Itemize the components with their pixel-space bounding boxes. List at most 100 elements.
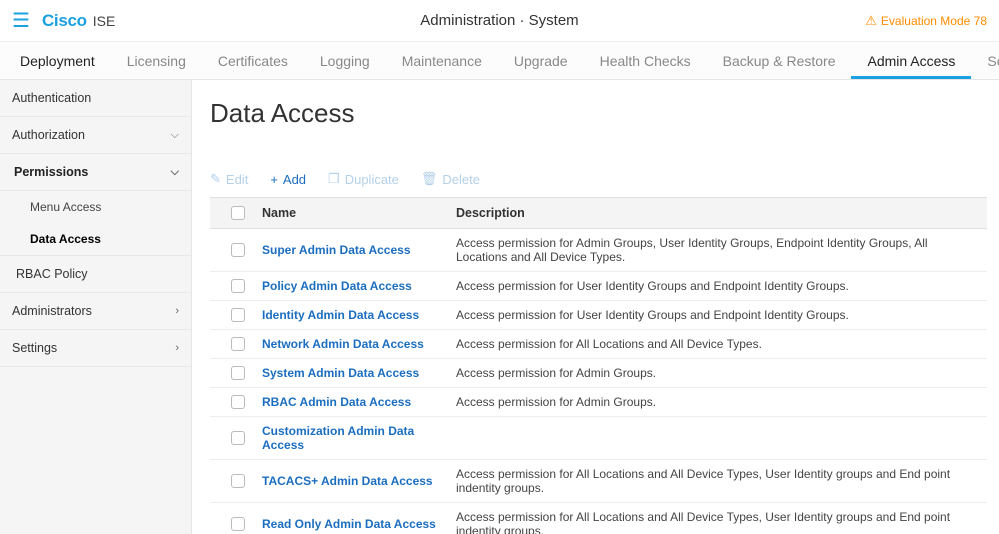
- sidebar-label: Permissions: [14, 165, 88, 179]
- row-checkbox-cell: [220, 431, 256, 445]
- tab-maintenance[interactable]: Maintenance: [386, 42, 498, 79]
- row-name-cell: System Admin Data Access: [256, 366, 456, 380]
- row-checkbox-cell: [220, 395, 256, 409]
- row-name-link[interactable]: RBAC Admin Data Access: [262, 395, 411, 409]
- tab-settings[interactable]: Settings: [971, 42, 999, 79]
- row-name-link[interactable]: System Admin Data Access: [262, 366, 419, 380]
- sidebar-item-menu-access[interactable]: Menu Access: [0, 191, 191, 223]
- row-description: Access permission for All Locations and …: [456, 467, 977, 495]
- column-header-description[interactable]: Description: [456, 206, 977, 220]
- sidebar-item-authorization[interactable]: Authorization ⌵: [0, 117, 191, 154]
- row-checkbox[interactable]: [231, 279, 245, 293]
- row-name-link[interactable]: Super Admin Data Access: [262, 243, 411, 257]
- row-name-link[interactable]: TACACS+ Admin Data Access: [262, 474, 433, 488]
- row-description: Access permission for Admin Groups.: [456, 366, 977, 380]
- table-row: TACACS+ Admin Data Access Access permissi…: [210, 460, 987, 503]
- row-checkbox-cell: [220, 474, 256, 488]
- tab-backup-restore[interactable]: Backup & Restore: [707, 42, 852, 79]
- delete-button[interactable]: 🗑 Delete: [421, 171, 480, 187]
- table-row: Policy Admin Data Access Access permissio…: [210, 272, 987, 301]
- row-checkbox[interactable]: [231, 337, 245, 351]
- tab-logging[interactable]: Logging: [304, 42, 386, 79]
- evaluation-banner[interactable]: ⚠ Evaluation Mode 78: [865, 13, 987, 29]
- row-checkbox[interactable]: [231, 474, 245, 488]
- tab-licensing[interactable]: Licensing: [111, 42, 202, 79]
- row-checkbox-cell: [220, 243, 256, 257]
- table-row: Customization Admin Data Access: [210, 417, 987, 460]
- tab-deployment[interactable]: Deployment: [4, 42, 111, 79]
- row-checkbox[interactable]: [231, 243, 245, 257]
- sidebar-label: Authorization: [12, 128, 85, 142]
- row-name-cell: Customization Admin Data Access: [256, 424, 456, 452]
- page-title: Data Access: [210, 98, 987, 129]
- row-description: Access permission for Admin Groups, User…: [456, 236, 977, 264]
- row-name-link[interactable]: Identity Admin Data Access: [262, 308, 419, 322]
- tab-certificates[interactable]: Certificates: [202, 42, 304, 79]
- row-description: Access permission for All Locations and …: [456, 337, 977, 351]
- row-checkbox[interactable]: [231, 517, 245, 531]
- table-row: System Admin Data Access Access permissio…: [210, 359, 987, 388]
- select-all-checkbox[interactable]: [231, 206, 245, 220]
- row-name-cell: Policy Admin Data Access: [256, 279, 456, 293]
- row-name-cell: Super Admin Data Access: [256, 243, 456, 257]
- table-row: Super Admin Data Access Access permission…: [210, 229, 987, 272]
- row-checkbox[interactable]: [231, 366, 245, 380]
- row-description: Access permission for User Identity Grou…: [456, 308, 977, 322]
- sidebar-label: Settings: [12, 341, 57, 355]
- trash-icon: 🗑: [421, 171, 438, 187]
- row-checkbox[interactable]: [231, 308, 245, 322]
- row-name-link[interactable]: Policy Admin Data Access: [262, 279, 412, 293]
- select-all-cell: [220, 206, 256, 220]
- row-checkbox[interactable]: [231, 431, 245, 445]
- row-description: Access permission for All Locations and …: [456, 510, 977, 534]
- menu-icon[interactable]: ☰: [12, 8, 30, 33]
- brand-sub: ISE: [93, 13, 116, 29]
- tab-bar: DeploymentLicensingCertificatesLoggingMa…: [0, 42, 999, 80]
- row-checkbox-cell: [220, 517, 256, 531]
- row-checkbox-cell: [220, 308, 256, 322]
- row-name-link[interactable]: Customization Admin Data Access: [262, 424, 414, 452]
- table-header: Name Description: [210, 197, 987, 229]
- warning-icon: ⚠: [865, 13, 877, 29]
- sidebar-item-permissions[interactable]: Permissions ⌵: [0, 154, 191, 191]
- table-row: Network Admin Data Access Access permissi…: [210, 330, 987, 359]
- row-name-cell: TACACS+ Admin Data Access: [256, 474, 456, 488]
- row-checkbox-cell: [220, 366, 256, 380]
- layout: Authentication Authorization ⌵ Permissio…: [0, 80, 999, 534]
- duplicate-button[interactable]: ❐ Duplicate: [328, 171, 399, 187]
- copy-icon: ❐: [328, 171, 340, 187]
- brand-logo[interactable]: Cisco: [42, 11, 87, 31]
- row-name-cell: Read Only Admin Data Access: [256, 517, 456, 531]
- tab-health-checks[interactable]: Health Checks: [584, 42, 707, 79]
- sidebar-label: RBAC Policy: [12, 267, 88, 281]
- row-checkbox[interactable]: [231, 395, 245, 409]
- edit-button[interactable]: ✎ Edit: [210, 171, 248, 187]
- sidebar-item-settings[interactable]: Settings ›: [0, 330, 191, 367]
- row-description: Access permission for Admin Groups.: [456, 395, 977, 409]
- sidebar-item-administrators[interactable]: Administrators ›: [0, 293, 191, 330]
- sidebar-item-authentication[interactable]: Authentication: [0, 80, 191, 117]
- sidebar-item-data-access[interactable]: Data Access: [0, 223, 191, 255]
- chevron-down-icon: ⌵: [171, 166, 179, 179]
- sidebar-item-rbac-policy[interactable]: RBAC Policy: [0, 255, 191, 293]
- row-name-link[interactable]: Read Only Admin Data Access: [262, 517, 436, 531]
- toolbar: ✎ Edit + Add ❐ Duplicate 🗑 Delete: [210, 171, 987, 187]
- tab-upgrade[interactable]: Upgrade: [498, 42, 584, 79]
- row-name-cell: RBAC Admin Data Access: [256, 395, 456, 409]
- table-row: RBAC Admin Data Access Access permission …: [210, 388, 987, 417]
- chevron-right-icon: ›: [175, 342, 179, 354]
- add-button[interactable]: + Add: [270, 172, 306, 187]
- row-name-cell: Network Admin Data Access: [256, 337, 456, 351]
- breadcrumb: Administration · System: [420, 12, 578, 29]
- button-label: Edit: [226, 172, 248, 187]
- row-name-cell: Identity Admin Data Access: [256, 308, 456, 322]
- button-label: Duplicate: [345, 172, 399, 187]
- button-label: Add: [283, 172, 306, 187]
- top-header: ☰ Cisco ISE Administration · System ⚠ Ev…: [0, 0, 999, 42]
- tab-admin-access[interactable]: Admin Access: [851, 42, 971, 79]
- column-header-name[interactable]: Name: [256, 206, 456, 220]
- table-row: Read Only Admin Data Access Access permis…: [210, 503, 987, 534]
- row-name-link[interactable]: Network Admin Data Access: [262, 337, 424, 351]
- row-description: Access permission for User Identity Grou…: [456, 279, 977, 293]
- row-checkbox-cell: [220, 337, 256, 351]
